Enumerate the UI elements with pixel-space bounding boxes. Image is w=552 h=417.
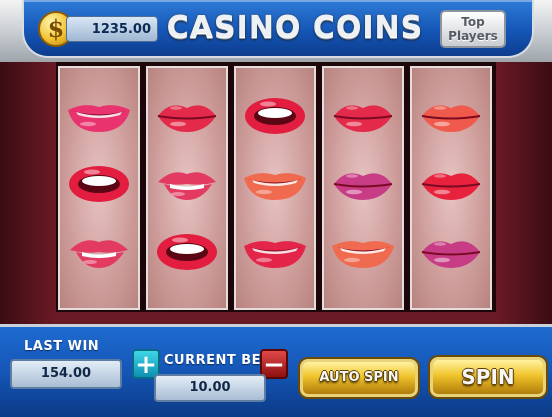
lips-closed-red-icon bbox=[418, 164, 484, 204]
coin-balance: 1235.00 bbox=[66, 16, 158, 42]
lips-smile-coral-icon bbox=[242, 164, 308, 204]
reels bbox=[56, 62, 496, 312]
lips-pout-red-icon bbox=[330, 96, 396, 136]
reel-3 bbox=[234, 66, 316, 310]
reel-1 bbox=[58, 66, 140, 310]
lips-pout-coral-icon bbox=[418, 96, 484, 136]
top-players-label-bottom: Players bbox=[448, 29, 498, 43]
lips-smile-pink-icon bbox=[66, 96, 132, 136]
lips-bite-icon bbox=[66, 232, 132, 272]
reel-2 bbox=[146, 66, 228, 310]
lips-pout-red-icon bbox=[154, 96, 220, 136]
top-players-label-top: Top bbox=[461, 15, 485, 29]
game-title: CASINO COINS bbox=[166, 10, 424, 45]
lips-smile-coral-icon bbox=[330, 232, 396, 272]
lips-pout-magenta-icon bbox=[330, 164, 396, 204]
top-players-button[interactable]: Top Players bbox=[440, 10, 506, 48]
last-win-value: 154.00 bbox=[10, 359, 122, 389]
lips-smile-red-icon bbox=[242, 232, 308, 272]
lips-pout-magenta-icon bbox=[418, 232, 484, 272]
control-panel: LAST WIN 154.00 + CURRENT BET − 10.00 AU… bbox=[0, 324, 552, 417]
lips-open-red-icon bbox=[154, 232, 220, 272]
lips-open-red-icon bbox=[242, 96, 308, 136]
last-win-label: LAST WIN bbox=[24, 339, 100, 354]
slot-stage bbox=[0, 62, 552, 324]
top-bar: $ 1235.00 CASINO COINS Top Players bbox=[0, 0, 552, 62]
current-bet-label: CURRENT BET bbox=[164, 353, 271, 368]
current-bet-value: 10.00 bbox=[154, 374, 266, 402]
spin-button[interactable]: SPIN bbox=[430, 357, 546, 397]
reel-5 bbox=[410, 66, 492, 310]
lips-bite-icon bbox=[154, 164, 220, 204]
auto-spin-button[interactable]: AUTO SPIN bbox=[300, 359, 418, 397]
lips-open-red-icon bbox=[66, 164, 132, 204]
reel-4 bbox=[322, 66, 404, 310]
